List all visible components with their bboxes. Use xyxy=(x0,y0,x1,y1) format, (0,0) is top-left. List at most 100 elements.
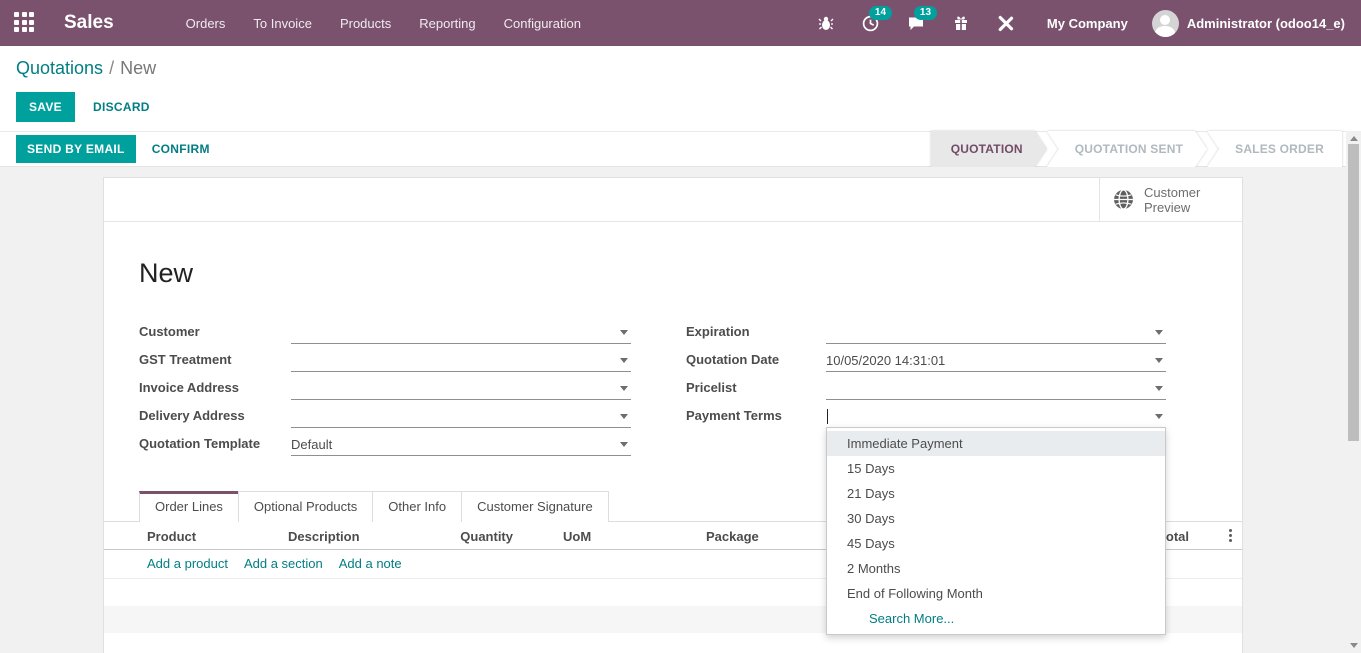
quotation-template-label: Quotation Template xyxy=(139,436,291,456)
payment-terms-dropdown: Immediate Payment 15 Days 21 Days 30 Day… xyxy=(826,427,1166,635)
stage-quotation[interactable]: QUOTATION xyxy=(931,131,1047,167)
breadcrumb: Quotations/New xyxy=(0,46,1361,79)
dropdown-option-30-days[interactable]: 30 Days xyxy=(827,506,1165,531)
caret-down-icon xyxy=(620,358,628,363)
control-panel-buttons: SAVE DISCARD xyxy=(16,92,152,122)
menu-products[interactable]: Products xyxy=(330,2,401,45)
dropdown-option-45-days[interactable]: 45 Days xyxy=(827,531,1165,556)
breadcrumb-quotations-link[interactable]: Quotations xyxy=(16,58,103,78)
caret-down-icon xyxy=(620,330,628,335)
expiration-field[interactable] xyxy=(826,321,1166,344)
gst-treatment-label: GST Treatment xyxy=(139,352,291,372)
control-panel: Quotations/New SAVE DISCARD xyxy=(0,46,1361,131)
caret-down-icon xyxy=(620,414,628,419)
column-product: Product xyxy=(147,529,196,544)
sheet-button-box: Customer Preview xyxy=(104,178,1242,222)
caret-down-icon xyxy=(1155,358,1163,363)
company-switcher[interactable]: My Company xyxy=(1033,16,1142,31)
scroll-up-icon[interactable] xyxy=(1350,136,1358,141)
confirm-button[interactable]: CONFIRM xyxy=(150,134,212,164)
add-a-section-link[interactable]: Add a section xyxy=(244,556,323,571)
globe-icon xyxy=(1113,189,1134,210)
pricelist-field[interactable] xyxy=(826,377,1166,400)
pricelist-label: Pricelist xyxy=(686,380,826,400)
gift-icon[interactable] xyxy=(944,9,978,37)
messages-chat-icon[interactable]: 13 xyxy=(898,9,934,38)
delivery-address-label: Delivery Address xyxy=(139,408,291,428)
scrollbar-thumb[interactable] xyxy=(1348,144,1359,441)
menu-to-invoice[interactable]: To Invoice xyxy=(243,2,322,45)
breadcrumb-separator: / xyxy=(103,58,120,78)
discard-button[interactable]: DISCARD xyxy=(91,92,152,122)
odoo-sales-window: Sales Orders To Invoice Products Reporti… xyxy=(0,0,1361,653)
quotation-date-value: 10/05/2020 14:31:01 xyxy=(826,353,945,368)
caret-down-icon xyxy=(1155,330,1163,335)
stage-pipeline: QUOTATION QUOTATION SENT SALES ORDER xyxy=(931,131,1342,167)
dropdown-option-end-of-following-month[interactable]: End of Following Month xyxy=(827,581,1165,606)
user-name: Administrator (odoo14_e) xyxy=(1187,16,1345,31)
activities-badge: 14 xyxy=(869,6,892,20)
customer-preview-button[interactable]: Customer Preview xyxy=(1099,178,1242,221)
gst-treatment-field[interactable] xyxy=(291,349,631,372)
dropdown-option-21-days[interactable]: 21 Days xyxy=(827,481,1165,506)
payment-terms-field[interactable] xyxy=(826,405,1166,428)
dropdown-option-15-days[interactable]: 15 Days xyxy=(827,456,1165,481)
stage-quotation-sent[interactable]: QUOTATION SENT xyxy=(1047,131,1207,167)
quotation-template-value: Default xyxy=(291,437,332,452)
activities-clock-icon[interactable]: 14 xyxy=(853,9,888,38)
quotation-template-field[interactable]: Default xyxy=(291,433,631,456)
column-quantity: Quantity xyxy=(433,529,513,544)
quotation-date-label: Quotation Date xyxy=(686,352,826,372)
record-title: New xyxy=(139,256,1242,290)
customer-label: Customer xyxy=(139,324,291,344)
messages-badge: 13 xyxy=(914,6,937,20)
menu-configuration[interactable]: Configuration xyxy=(494,2,591,45)
dropdown-option-2-months[interactable]: 2 Months xyxy=(827,556,1165,581)
statusbar: SEND BY EMAIL CONFIRM QUOTATION QUOTATIO… xyxy=(0,131,1346,167)
invoice-address-field[interactable] xyxy=(291,377,631,400)
vertical-scrollbar[interactable] xyxy=(1346,131,1361,653)
empty-list-row xyxy=(104,633,1242,653)
user-menu[interactable]: Administrator (odoo14_e) xyxy=(1152,10,1349,37)
save-button[interactable]: SAVE xyxy=(16,92,75,122)
top-navbar: Sales Orders To Invoice Products Reporti… xyxy=(0,0,1361,46)
quotation-date-field[interactable]: 10/05/2020 14:31:01 xyxy=(826,349,1166,372)
text-cursor xyxy=(827,409,828,424)
main-menus: Orders To Invoice Products Reporting Con… xyxy=(176,2,591,45)
add-a-note-link[interactable]: Add a note xyxy=(339,556,402,571)
caret-down-icon xyxy=(620,442,628,447)
scroll-down-icon[interactable] xyxy=(1350,643,1358,648)
menu-reporting[interactable]: Reporting xyxy=(409,2,485,45)
caret-down-icon xyxy=(620,386,628,391)
caret-down-icon xyxy=(1155,386,1163,391)
column-package: Package xyxy=(706,529,759,544)
tab-other-info[interactable]: Other Info xyxy=(372,491,462,522)
optional-columns-kebab-icon[interactable] xyxy=(1229,529,1233,544)
tab-optional-products[interactable]: Optional Products xyxy=(238,491,373,522)
user-avatar xyxy=(1152,10,1179,37)
add-a-product-link[interactable]: Add a product xyxy=(147,556,228,571)
breadcrumb-current: New xyxy=(120,58,156,78)
column-description: Description xyxy=(288,529,360,544)
customer-field[interactable] xyxy=(291,321,631,344)
app-name[interactable]: Sales xyxy=(64,12,114,34)
tab-customer-signature[interactable]: Customer Signature xyxy=(461,491,609,522)
navbar-systray: 14 13 My Company Administrator (odoo14_e… xyxy=(809,9,1349,38)
column-uom: UoM xyxy=(563,529,591,544)
tab-order-lines[interactable]: Order Lines xyxy=(139,491,239,522)
left-field-column: Customer GST Treatment Invoice Address D… xyxy=(139,316,631,456)
stage-sales-order[interactable]: SALES ORDER xyxy=(1207,131,1342,167)
caret-down-icon xyxy=(1155,414,1163,419)
apps-grid-icon[interactable] xyxy=(14,12,36,34)
tools-icon[interactable] xyxy=(988,9,1023,38)
menu-orders[interactable]: Orders xyxy=(176,2,236,45)
invoice-address-label: Invoice Address xyxy=(139,380,291,400)
customer-preview-label: Customer Preview xyxy=(1144,185,1214,215)
debug-bug-icon[interactable] xyxy=(809,9,843,37)
dropdown-search-more[interactable]: Search More... xyxy=(827,606,1165,631)
delivery-address-field[interactable] xyxy=(291,405,631,428)
dropdown-option-immediate-payment[interactable]: Immediate Payment xyxy=(827,431,1165,456)
expiration-label: Expiration xyxy=(686,324,826,344)
payment-terms-label: Payment Terms xyxy=(686,408,826,428)
send-by-email-button[interactable]: SEND BY EMAIL xyxy=(16,135,136,163)
